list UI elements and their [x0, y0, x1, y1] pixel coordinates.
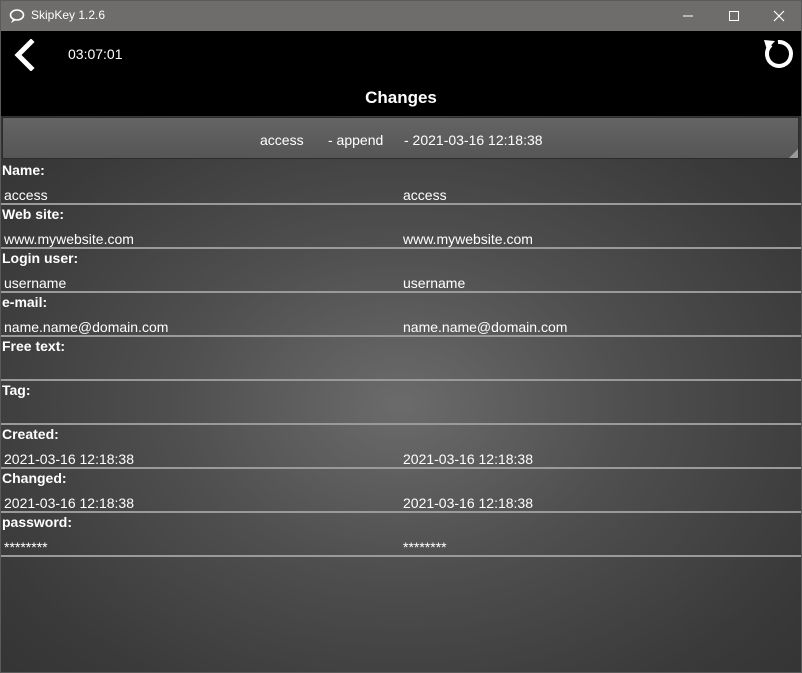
field-label: password: [2, 514, 73, 530]
history-entry-header[interactable]: access - append - 2021-03-16 12:18:38 [2, 117, 799, 159]
field-label: Free text: [2, 338, 66, 354]
refresh-icon [764, 39, 793, 68]
field-label: Changed: [2, 470, 67, 486]
clock-time: 03:07:01 [68, 46, 123, 62]
maximize-button[interactable] [711, 1, 757, 31]
field-old-value: username [4, 275, 67, 291]
field-label: Created: [2, 426, 59, 442]
field-row-password: password: ******** ******** [1, 513, 801, 557]
back-button[interactable] [11, 38, 37, 72]
field-new-value: name.name@domain.com [403, 319, 568, 335]
field-new-value: 2021-03-16 12:18:38 [403, 495, 533, 511]
field-new-value: 2021-03-16 12:18:38 [403, 451, 533, 467]
close-icon [773, 10, 785, 22]
field-new-value: www.mywebsite.com [403, 231, 533, 247]
window-title: SkipKey 1.2.6 [31, 8, 106, 22]
maximize-icon [729, 11, 739, 21]
minimize-icon [683, 15, 693, 17]
title-bar[interactable]: SkipKey 1.2.6 [1, 1, 801, 31]
field-old-value: access [4, 187, 48, 203]
page-title: Changes [365, 88, 437, 107]
field-label: Login user: [2, 250, 79, 266]
field-row-free-text: Free text: [1, 337, 801, 381]
field-old-value: ******** [4, 539, 48, 555]
close-button[interactable] [756, 1, 801, 31]
field-label: e-mail: [2, 294, 48, 310]
chevron-left-icon [14, 38, 35, 72]
field-new-value: access [403, 187, 447, 203]
field-row-tag: Tag: [1, 381, 801, 425]
field-row-email: e-mail: name.name@domain.com name.name@d… [1, 293, 801, 337]
field-old-value: www.mywebsite.com [4, 231, 134, 247]
minimize-button[interactable] [665, 1, 711, 31]
field-row-created: Created: 2021-03-16 12:18:38 2021-03-16 … [1, 425, 801, 469]
field-row-login-user: Login user: username username [1, 249, 801, 293]
field-label: Name: [2, 162, 45, 178]
entry-name: access [260, 132, 304, 148]
field-label: Tag: [2, 382, 31, 398]
entry-action: - append [328, 132, 384, 148]
resize-corner-icon [789, 149, 798, 158]
field-new-value: username [403, 275, 466, 291]
field-new-value: ******** [403, 539, 447, 555]
refresh-button[interactable] [761, 37, 795, 71]
field-row-website: Web site: www.mywebsite.com www.mywebsit… [1, 205, 801, 249]
changes-panel: access - append - 2021-03-16 12:18:38 Na… [1, 116, 801, 672]
app-window: SkipKey 1.2.6 03:07:01 Changes access - … [0, 0, 802, 673]
app-logo-icon [9, 8, 25, 24]
field-row-changed: Changed: 2021-03-16 12:18:38 2021-03-16 … [1, 469, 801, 513]
field-old-value: 2021-03-16 12:18:38 [4, 451, 134, 467]
field-label: Web site: [2, 206, 64, 222]
field-old-value: 2021-03-16 12:18:38 [4, 495, 134, 511]
entry-date: - 2021-03-16 12:18:38 [404, 132, 543, 148]
field-old-value: name.name@domain.com [4, 319, 169, 335]
field-row-name: Name: access access [1, 161, 801, 205]
header-bar: 03:07:01 Changes [1, 31, 801, 116]
